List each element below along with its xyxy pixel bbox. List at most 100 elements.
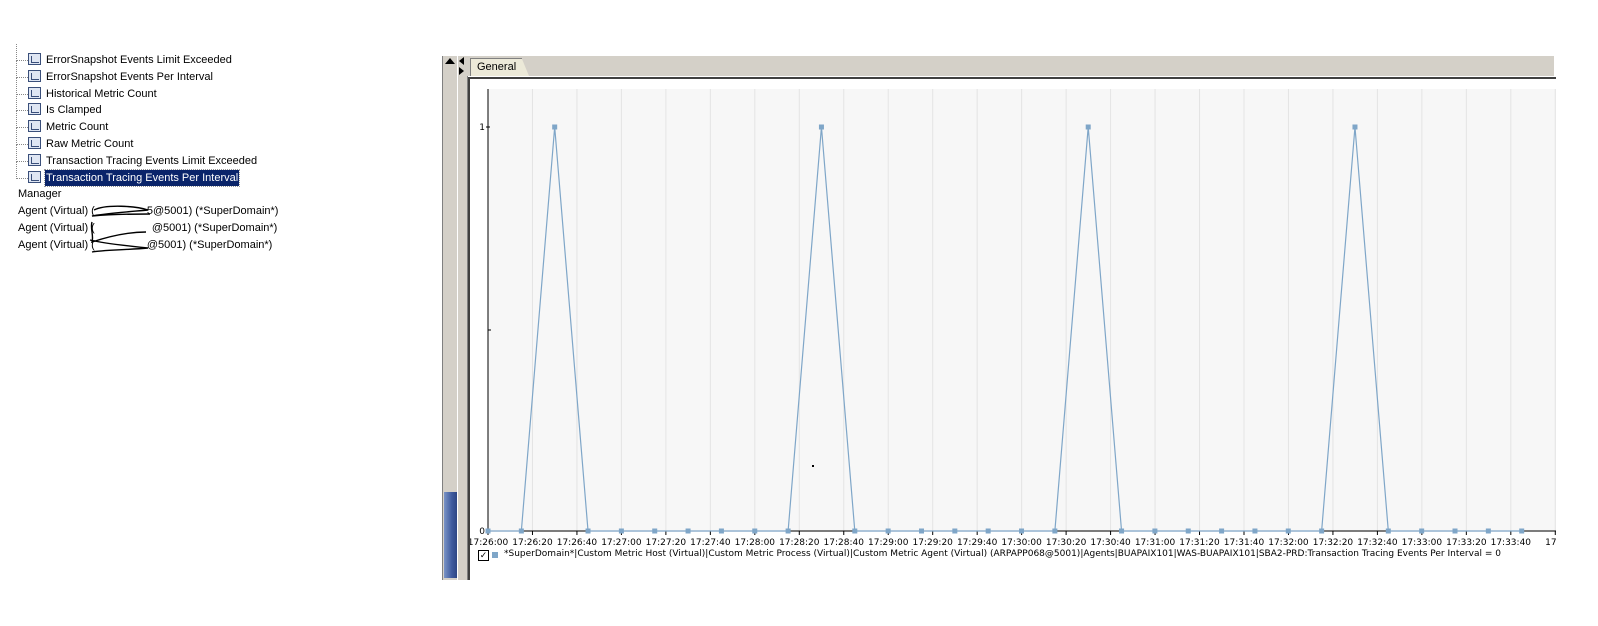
tree-item-metric[interactable]: Raw Metric Count xyxy=(0,128,300,152)
tree-connector xyxy=(16,128,17,145)
series-legend-label: *SuperDomain*|Custom Metric Host (Virtua… xyxy=(504,549,1501,559)
tree-connector xyxy=(16,44,17,61)
x-tick-label: 17:31:00 xyxy=(1135,538,1176,548)
data-point xyxy=(785,528,791,534)
tree-item-label: Historical Metric Count xyxy=(46,87,157,100)
tree-item-label: Transaction Tracing Events Limit Exceede… xyxy=(46,154,258,167)
tree-connector xyxy=(16,60,28,61)
metric-icon xyxy=(28,120,41,133)
metric-icon xyxy=(28,153,41,166)
x-tick-label: 17:33:20 xyxy=(1446,538,1487,548)
data-point xyxy=(1519,528,1525,534)
tree-item-metric[interactable]: Is Clamped xyxy=(0,94,300,118)
data-point xyxy=(1219,528,1225,534)
splitter-handle[interactable] xyxy=(457,56,468,580)
data-point xyxy=(885,528,891,534)
tree-connector xyxy=(16,144,17,162)
tree-item-metric[interactable]: ErrorSnapshot Events Limit Exceeded xyxy=(0,44,300,68)
x-tick-label: 17:31:20 xyxy=(1179,538,1220,548)
data-point xyxy=(618,528,624,534)
x-tick-label: 17:29:40 xyxy=(957,538,998,548)
tree-connector xyxy=(16,127,28,129)
data-point xyxy=(752,528,758,534)
x-tick-label: 17:26:40 xyxy=(557,538,598,548)
agent-label-suffix: @5001) (*SuperDomain*) xyxy=(146,239,273,251)
y-tick-label: 0 xyxy=(479,527,485,537)
manager-label: Manager xyxy=(18,188,62,200)
agent-label-prefix: Agent (Virtual) ( xyxy=(18,222,95,234)
data-point xyxy=(1185,528,1191,534)
data-point xyxy=(1252,528,1258,534)
tree-connector xyxy=(16,77,17,95)
x-tick-label: 17:33:40 xyxy=(1491,538,1532,548)
scroll-thumb[interactable] xyxy=(444,492,457,578)
tree-item-label: Metric Count xyxy=(46,121,109,134)
tree-connector xyxy=(16,144,28,145)
metric-icon xyxy=(28,103,41,116)
tree-item-metric[interactable]: Transaction Tracing Events Limit Exceede… xyxy=(0,144,300,169)
data-point xyxy=(685,528,691,534)
collapse-left-icon[interactable] xyxy=(459,57,464,65)
chart-area: 17:26:00 17:26:20 17:26:40 17:27:00 17:27:20… xyxy=(468,77,1556,550)
x-tick-label: 17:32:40 xyxy=(1357,538,1398,548)
tree-item-label: Raw Metric Count xyxy=(46,138,134,150)
data-point xyxy=(985,528,991,534)
tree-item-metric[interactable]: Metric Count xyxy=(0,111,300,135)
tab-strip: General xyxy=(466,56,1554,76)
x-tick-label: 17:28:20 xyxy=(779,538,820,548)
tree-node-manager[interactable]: Manager xyxy=(18,186,61,202)
x-tick-label: 17:29:00 xyxy=(868,538,909,548)
x-tick-label: 17:32:00 xyxy=(1268,538,1309,548)
redaction-scribble xyxy=(89,205,151,253)
data-point xyxy=(952,528,958,534)
tree-item-label: Is Clamped xyxy=(46,104,102,117)
agent-label-prefix: Agent (Virtual) ( xyxy=(18,239,95,251)
x-tick-label: 17:30:20 xyxy=(1046,538,1087,548)
x-tick-label: 17:30:00 xyxy=(1001,538,1042,548)
vertical-scrollbar[interactable] xyxy=(442,56,458,580)
tree-item-label: ErrorSnapshot Events Per Interval xyxy=(46,70,213,83)
line-chart: 17:26:00 17:26:20 17:26:40 17:27:00 17:27:20… xyxy=(470,89,1556,548)
tree-connector xyxy=(16,94,17,112)
x-tick-label: 17:33:00 xyxy=(1402,538,1443,548)
x-tick-label: 17:31:40 xyxy=(1224,538,1265,548)
x-tick-label: 17:3 xyxy=(1545,538,1556,548)
data-point xyxy=(1285,528,1291,534)
scroll-up-arrow-icon[interactable] xyxy=(445,58,455,64)
x-tick-label: 17:26:20 xyxy=(512,538,553,548)
data-point xyxy=(818,124,824,130)
tree-connector xyxy=(16,177,28,179)
data-point xyxy=(918,528,924,534)
data-point xyxy=(1052,528,1058,534)
x-tick-label: 17:32:20 xyxy=(1313,538,1354,548)
expand-right-icon[interactable] xyxy=(459,67,464,75)
tree-item-metric[interactable]: Historical Metric Count xyxy=(0,77,300,102)
series-color-swatch xyxy=(492,552,498,558)
tree-item-metric[interactable]: ErrorSnapshot Events Per Interval xyxy=(0,60,300,85)
metric-icon xyxy=(28,137,41,149)
data-point xyxy=(718,528,724,534)
metric-icon xyxy=(28,86,41,99)
data-point xyxy=(852,528,858,534)
tree-item-label: Transaction Tracing Events Per Interval xyxy=(43,168,241,187)
data-point xyxy=(1352,124,1358,130)
y-tick-label: 1 xyxy=(479,123,485,133)
x-tick-label: 17:27:20 xyxy=(646,538,687,548)
data-point xyxy=(1152,528,1158,534)
tree-connector xyxy=(16,110,28,112)
data-point xyxy=(1385,528,1391,534)
tree-connector xyxy=(16,60,17,78)
x-tick-label: 17:28:00 xyxy=(735,538,776,548)
tree-item-metric[interactable]: Transaction Tracing Events Per Interval xyxy=(0,161,300,187)
tree-connector xyxy=(16,93,28,95)
x-tick-label: 17:28:40 xyxy=(824,538,865,548)
tab-general[interactable]: General xyxy=(470,58,530,76)
data-point xyxy=(1119,528,1125,534)
chart-legend: ✓ *SuperDomain*|Custom Metric Host (Virt… xyxy=(468,548,1556,580)
metric-icon xyxy=(28,69,41,82)
x-tick-label: 17:26:00 xyxy=(470,538,508,548)
data-point xyxy=(1085,124,1091,130)
series-visibility-checkbox[interactable]: ✓ xyxy=(478,550,489,561)
x-tick-label: 17:27:00 xyxy=(601,538,642,548)
data-point xyxy=(1485,528,1491,534)
